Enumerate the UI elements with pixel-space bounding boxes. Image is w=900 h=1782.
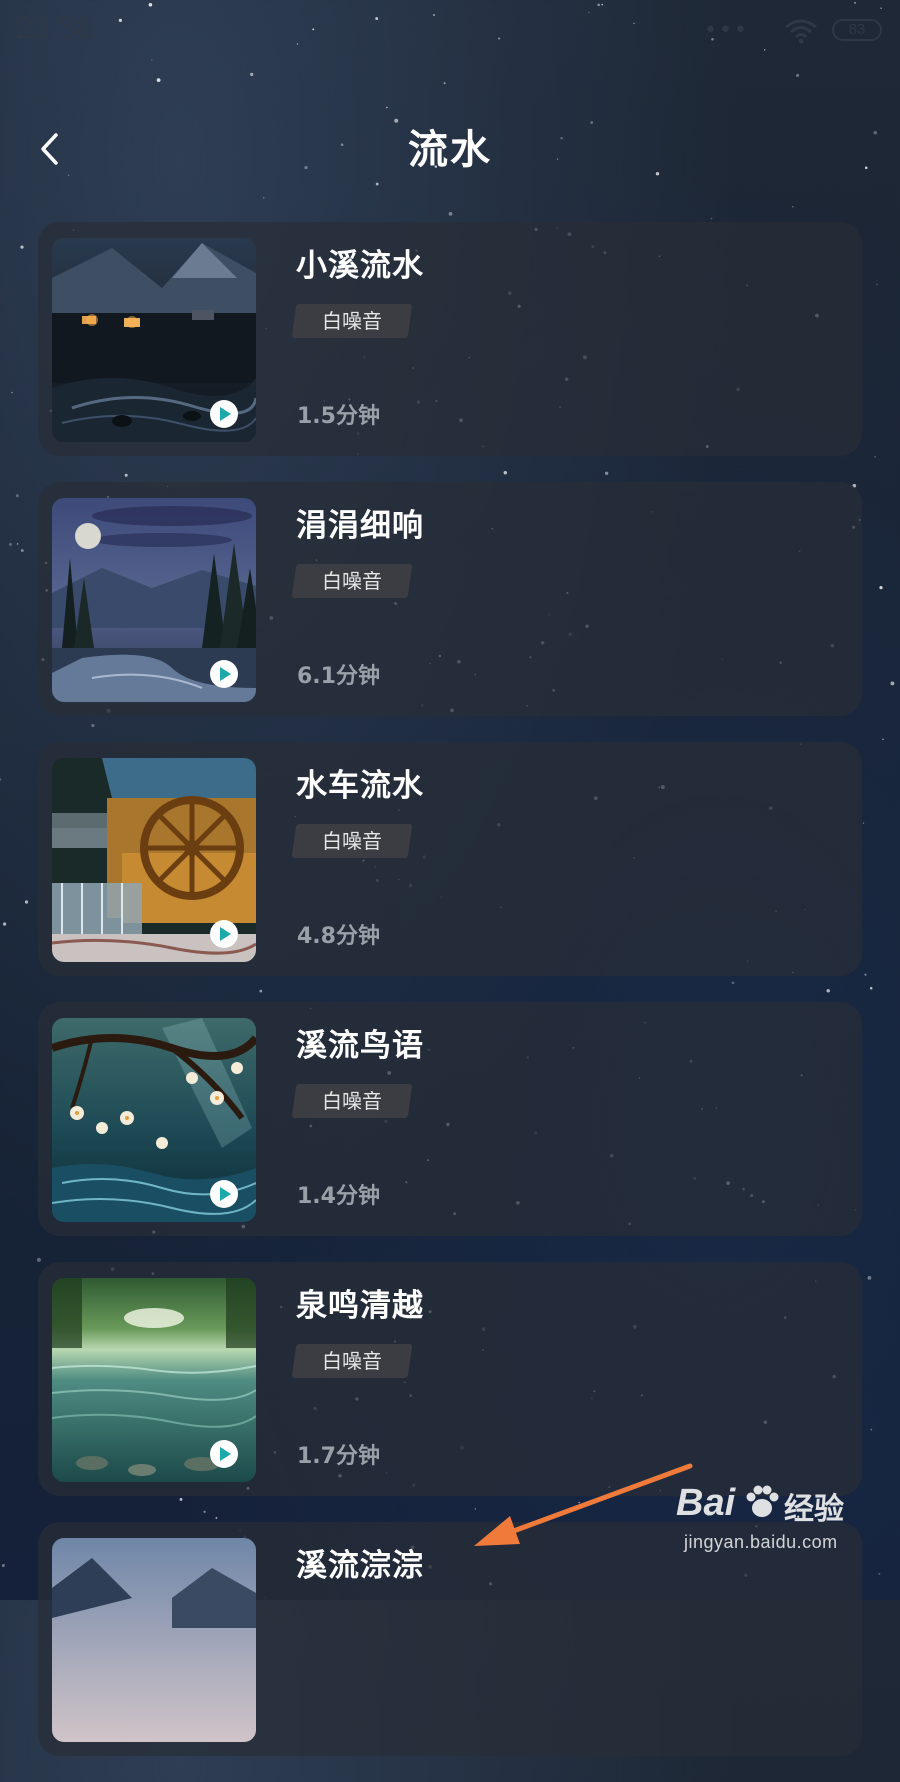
star — [386, 106, 388, 109]
play-icon — [220, 1447, 231, 1461]
track-thumbnail[interactable] — [52, 1018, 256, 1222]
star — [20, 245, 24, 249]
star — [1, 1564, 5, 1567]
star — [869, 986, 873, 990]
star — [882, 738, 884, 740]
star — [867, 1276, 872, 1280]
track-thumbnail[interactable] — [52, 1538, 256, 1742]
star — [879, 585, 883, 590]
track-title: 小溪流水 — [296, 248, 424, 284]
star — [710, 217, 713, 220]
tag-badge: 白噪音 — [291, 1344, 413, 1378]
play-button[interactable] — [210, 1440, 238, 1468]
mountain-dusk-image — [52, 1538, 256, 1742]
play-icon — [220, 407, 231, 421]
play-button[interactable] — [210, 1180, 238, 1208]
track-duration: 4.8分钟 — [297, 924, 380, 949]
play-icon — [220, 927, 231, 941]
track-card[interactable]: 水车流水 白噪音 4.8分钟 — [38, 742, 862, 976]
tag-label: 白噪音 — [322, 1089, 382, 1113]
tag-badge: 白噪音 — [291, 564, 413, 598]
wifi-icon — [785, 19, 817, 44]
status-bar: 23:58 ••• 83 — [0, 0, 900, 62]
tag-badge: 白噪音 — [291, 1084, 413, 1118]
track-duration: 6.1分钟 — [297, 664, 380, 689]
play-button[interactable] — [210, 400, 238, 428]
battery-level: 83 — [848, 21, 866, 38]
track-card[interactable]: 涓涓细响 白噪音 6.1分钟 — [38, 482, 862, 716]
track-title: 泉鸣清越 — [296, 1288, 424, 1324]
star — [443, 82, 446, 85]
star — [250, 72, 254, 77]
star — [262, 197, 265, 199]
star — [878, 1572, 881, 1575]
tag-label: 白噪音 — [322, 309, 382, 333]
star — [0, 778, 2, 781]
play-button[interactable] — [210, 920, 238, 948]
star — [874, 456, 876, 458]
star — [862, 822, 865, 824]
status-time: 23:58 — [16, 12, 94, 45]
play-icon — [220, 667, 231, 681]
track-thumbnail[interactable] — [52, 1278, 256, 1482]
track-thumbnail[interactable] — [52, 498, 256, 702]
star — [870, 1428, 873, 1431]
star — [796, 73, 800, 77]
track-duration: 1.7分钟 — [297, 1444, 380, 1469]
star — [448, 212, 453, 216]
track-duration: 1.4分钟 — [297, 1184, 380, 1209]
track-list: 小溪流水 白噪音 1.5分钟 涓涓细响 白噪音 6.1分钟 水车流水 白噪音 4… — [38, 222, 862, 1782]
star — [792, 206, 794, 208]
tag-badge: 白噪音 — [291, 824, 413, 858]
track-card[interactable]: 小溪流水 白噪音 1.5分钟 — [38, 222, 862, 456]
play-button[interactable] — [210, 660, 238, 688]
star — [8, 542, 13, 546]
play-icon — [220, 1187, 231, 1201]
track-title: 水车流水 — [296, 768, 424, 804]
tag-label: 白噪音 — [322, 569, 382, 593]
track-card[interactable]: 溪流鸟语 白噪音 1.4分钟 — [38, 1002, 862, 1236]
track-duration: 1.5分钟 — [297, 404, 380, 429]
track-thumbnail[interactable] — [52, 238, 256, 442]
battery-icon: 83 — [832, 19, 882, 41]
tag-badge: 白噪音 — [291, 304, 413, 338]
star — [16, 543, 19, 545]
star — [890, 681, 895, 686]
star — [11, 391, 13, 394]
star — [375, 182, 379, 186]
star — [20, 549, 24, 552]
star — [2, 922, 7, 926]
track-title: 溪流淙淙 — [296, 1548, 424, 1584]
signal-dots: ••• — [704, 18, 749, 43]
track-title: 涓涓细响 — [296, 508, 424, 544]
track-thumbnail[interactable] — [52, 758, 256, 962]
tag-label: 白噪音 — [322, 829, 382, 853]
star — [15, 494, 19, 498]
star — [24, 900, 29, 904]
page-title: 流水 — [408, 127, 492, 173]
track-card[interactable]: 溪流淙淙 — [38, 1522, 862, 1756]
tag-label: 白噪音 — [322, 1349, 382, 1373]
track-title: 溪流鸟语 — [296, 1028, 424, 1064]
track-card[interactable]: 泉鸣清越 白噪音 1.7分钟 — [38, 1262, 862, 1496]
star — [156, 78, 161, 83]
star — [876, 283, 878, 286]
star — [864, 973, 867, 976]
